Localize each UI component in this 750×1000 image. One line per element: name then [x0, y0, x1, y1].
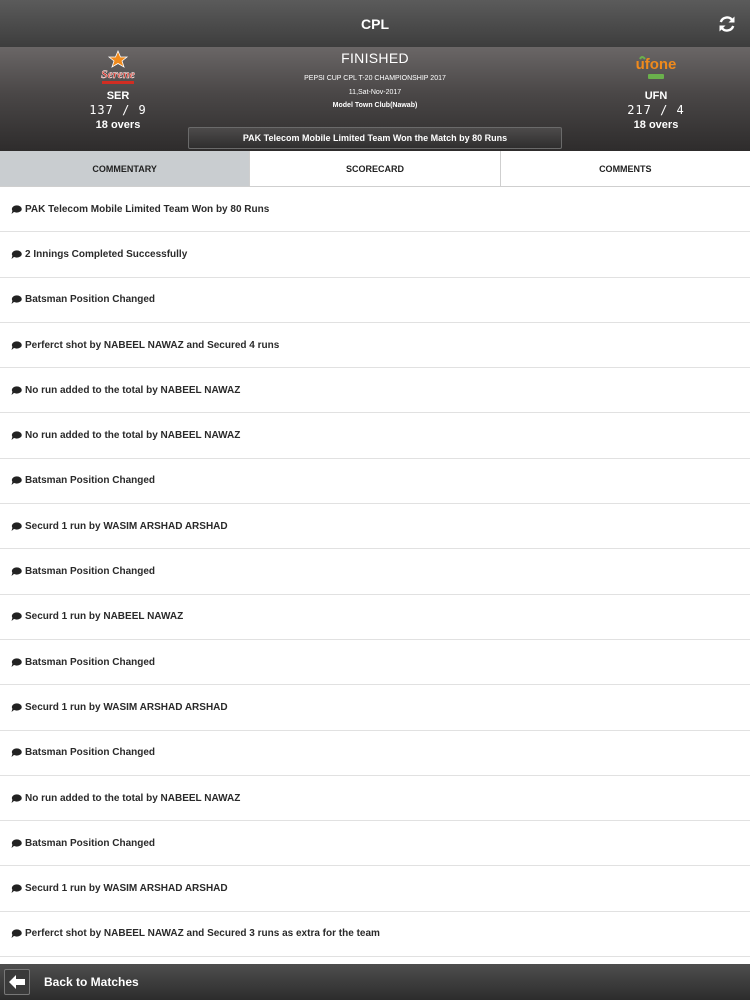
list-item: Batsman Position Changed — [0, 549, 750, 595]
commentary-text: Batsman Position Changed — [25, 656, 156, 668]
list-item: Batsman Position Changed — [0, 821, 750, 867]
commentary-text: Batsman Position Changed — [25, 566, 156, 578]
team-left-code: SER — [106, 90, 130, 102]
commentary-text: Batsman Position Changed — [25, 294, 156, 306]
list-item: Batsman Position Changed — [0, 731, 750, 776]
commentary-text: Perferct shot by NABEEL NAWAZ and Secure… — [25, 339, 280, 351]
match-venue: Model Town Club(Nawab) — [332, 102, 418, 109]
list-item: Batsman Position Changed — [0, 459, 750, 505]
team-left: Serene SER 137 / 9 18 overs — [58, 47, 178, 132]
list-item: Batsman Position Changed — [0, 640, 750, 686]
team-right: ufone UFN 217 / 4 18 overs — [596, 47, 716, 132]
match-header: Serene SER 137 / 9 18 overs FINISHED PEP… — [0, 47, 750, 151]
list-item: Securd 1 run by WASIM ARSHAD ARSHAD — [0, 866, 750, 912]
team-right-overs: 18 overs — [633, 119, 679, 131]
comment-bubble-icon — [11, 612, 22, 622]
match-result-banner: PAK Telecom Mobile Limited Team Won the … — [188, 127, 562, 149]
list-item: No run added to the total by NABEEL NAWA… — [0, 368, 750, 414]
match-status: FINISHED — [341, 50, 409, 66]
comment-bubble-icon — [11, 929, 22, 939]
back-to-matches-button[interactable]: Back to Matches — [0, 964, 139, 1000]
team-left-logo: Serene — [58, 47, 178, 89]
comment-bubble-icon — [11, 476, 22, 486]
svg-text:ufone: ufone — [636, 56, 677, 73]
commentary-text: No run added to the total by NABEEL NAWA… — [25, 384, 241, 396]
list-item: PAK Telecom Mobile Limited Team Won by 8… — [0, 187, 750, 233]
list-item: Securd 1 run by WASIM ARSHAD ARSHAD — [0, 504, 750, 550]
commentary-text: No run added to the total by NABEEL NAWA… — [25, 792, 241, 804]
commentary-text: Securd 1 run by NABEEL NAWAZ — [25, 611, 184, 623]
commentary-text: Securd 1 run by WASIM ARSHAD ARSHAD — [25, 883, 228, 895]
comment-bubble-icon — [11, 703, 22, 712]
match-info: FINISHED PEPSI CUP CPL T-20 CHAMPIONSHIP… — [200, 47, 550, 109]
top-nav-bar: CPL — [0, 0, 750, 47]
team-left-score: 137 / 9 — [89, 103, 147, 117]
svg-text:Serene: Serene — [101, 67, 136, 81]
commentary-text: 2 Innings Completed Successfully — [25, 248, 188, 260]
team-right-logo: ufone — [596, 47, 716, 89]
commentary-text: Batsman Position Changed — [25, 837, 156, 849]
commentary-text: Securd 1 run by WASIM ARSHAD ARSHAD — [25, 520, 228, 532]
comment-bubble-icon — [11, 340, 22, 350]
bottom-bar: Back to Matches — [0, 964, 750, 1000]
team-left-overs: 18 overs — [95, 119, 141, 131]
team-right-score: 217 / 4 — [627, 103, 685, 117]
back-to-matches-label: Back to Matches — [44, 975, 139, 989]
comment-bubble-icon — [11, 205, 22, 214]
list-item: Perferct shot by NABEEL NAWAZ and Secure… — [0, 912, 750, 958]
comment-bubble-icon — [11, 386, 22, 395]
commentary-list[interactable]: PAK Telecom Mobile Limited Team Won by 8… — [0, 187, 750, 964]
arrow-left-icon — [4, 969, 30, 995]
tab-comments[interactable]: COMMENTS — [500, 151, 750, 186]
comment-bubble-icon — [11, 839, 22, 848]
commentary-text: No run added to the total by NABEEL NAWA… — [25, 430, 241, 442]
comment-bubble-icon — [11, 884, 22, 894]
commentary-text: Securd 1 run by WASIM ARSHAD ARSHAD — [25, 701, 228, 713]
comment-bubble-icon — [11, 295, 22, 305]
page-title: CPL — [361, 15, 389, 32]
comment-bubble-icon — [11, 748, 22, 758]
list-item: Perferct shot by NABEEL NAWAZ and Secure… — [0, 323, 750, 369]
comment-bubble-icon — [11, 658, 22, 667]
match-date: 11,Sat-Nov-2017 — [348, 89, 402, 96]
commentary-text: Batsman Position Changed — [25, 747, 156, 759]
comment-bubble-icon — [11, 522, 22, 531]
refresh-icon[interactable] — [716, 13, 738, 35]
commentary-text: PAK Telecom Mobile Limited Team Won by 8… — [25, 203, 270, 215]
tab-bar: COMMENTARY SCORECARD COMMENTS — [0, 151, 750, 187]
list-item: Batsman Position Changed — [0, 278, 750, 323]
list-item: 2 Innings Completed Successfully — [0, 232, 750, 278]
comment-bubble-icon — [11, 567, 22, 577]
list-item: Securd 1 run by WASIM ARSHAD ARSHAD — [0, 685, 750, 731]
tab-scorecard[interactable]: SCORECARD — [250, 151, 501, 186]
team-right-code: UFN — [644, 90, 668, 102]
comment-bubble-icon — [11, 250, 22, 259]
tab-commentary[interactable]: COMMENTARY — [0, 151, 251, 186]
commentary-text: Batsman Position Changed — [25, 475, 156, 487]
tournament-name: PEPSI CUP CPL T-20 CHAMPIONSHIP 2017 — [304, 75, 446, 82]
list-item: No run added to the total by NABEEL NAWA… — [0, 413, 750, 459]
list-item: Securd 1 run by NABEEL NAWAZ — [0, 595, 750, 640]
comment-bubble-icon — [11, 431, 22, 441]
comment-bubble-icon — [11, 793, 22, 803]
list-item: No run added to the total by NABEEL NAWA… — [0, 776, 750, 822]
commentary-text: Perferct shot by NABEEL NAWAZ and Secure… — [25, 928, 380, 940]
